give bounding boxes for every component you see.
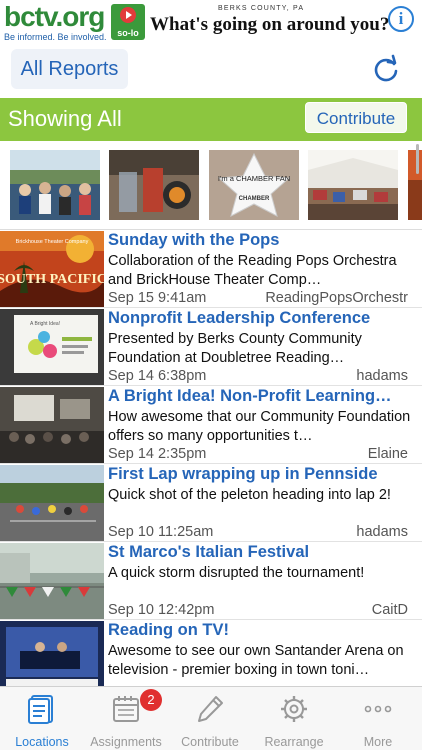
tab-label: Contribute <box>181 735 239 749</box>
thumb-partial[interactable] <box>408 150 422 220</box>
tab-label: Locations <box>15 735 69 749</box>
feed-thumbnail: A Bright Idea! <box>0 309 104 385</box>
feed-item-title[interactable]: First Lap wrapping up in Pennside <box>108 465 420 484</box>
thumbnail-strip[interactable]: I'm a CHAMBER FAN CHAMBER <box>0 141 422 229</box>
thumb-caption: I'm a CHAMBER FAN <box>218 174 290 183</box>
thumb-show-title: SOUTH PACIFIC <box>0 272 104 287</box>
feed-item-description: Collaboration of the Reading Pops Orches… <box>108 253 397 288</box>
app-header: bctv.org Be informed. Be involved. so-lo… <box>0 0 422 44</box>
filter-title: Showing All <box>8 106 122 131</box>
feed-item-title[interactable]: A Bright Idea! Non-Profit Learning… <box>108 387 420 406</box>
feed-item[interactable]: A Bright Idea! Nonprofit Leadership Conf… <box>0 308 422 386</box>
report-feed[interactable]: Brickhouse Theater Company SOUTH PACIFIC… <box>0 229 422 687</box>
feed-thumbnail <box>0 543 104 619</box>
feed-thumbnail <box>0 387 104 463</box>
thumb-drinks[interactable] <box>109 150 199 220</box>
logo-wordmark: bctv.org <box>4 1 105 32</box>
play-icon <box>120 7 136 23</box>
feed-item-date: Sep 14 6:38pm <box>108 368 207 384</box>
feed-item-description: Presented by Berks County Community Foun… <box>108 331 362 366</box>
county-label: BERKS COUNTY, PA <box>218 5 305 12</box>
feed-item-date: Sep 15 9:41am <box>108 290 207 306</box>
thumb-tent[interactable] <box>308 150 398 220</box>
feed-item-description: A quick storm disrupted the tournament! <box>108 565 365 581</box>
tab-label: Assignments <box>90 735 162 749</box>
all-reports-button[interactable]: All Reports <box>11 49 128 89</box>
thumb-sub: CHAMBER <box>239 196 270 202</box>
feed-thumbnail <box>0 621 104 687</box>
bottom-tab-bar: Locations 2 Assignments Contribute Rearr… <box>0 686 422 750</box>
feed-item-description: Quick shot of the peleton heading into l… <box>108 487 391 503</box>
feed-item-date: Sep 10 12:42pm <box>108 602 215 618</box>
thumb-chamber-fan[interactable]: I'm a CHAMBER FAN CHAMBER <box>209 150 299 220</box>
thumb-sub-text: Brickhouse Theater Company <box>16 239 89 245</box>
solo-label: so-lo <box>117 28 139 38</box>
gear-icon <box>281 696 307 722</box>
feed-thumbnail <box>0 465 104 541</box>
feed-item-date: Sep 10 11:25am <box>108 524 214 540</box>
feed-item-description: Awesome to see our own Santander Arena o… <box>108 643 404 678</box>
info-icon[interactable]: i <box>388 6 414 32</box>
solo-logo: so-lo <box>111 4 145 40</box>
tab-more[interactable]: More <box>336 687 420 751</box>
feed-item-author: hadams <box>356 368 408 384</box>
header-headline: What's going on around you? <box>150 14 390 35</box>
bctv-logo[interactable]: bctv.org Be informed. Be involved. <box>4 1 108 43</box>
thumb-slide-title: A Bright Idea! <box>30 321 60 327</box>
refresh-icon[interactable] <box>370 54 402 86</box>
feed-item[interactable]: Reading on TV! Awesome to see our own Sa… <box>0 620 422 687</box>
feed-item[interactable]: Brickhouse Theater Company SOUTH PACIFIC… <box>0 230 422 308</box>
feed-item[interactable]: First Lap wrapping up in Pennside Quick … <box>0 464 422 542</box>
tab-assignments[interactable]: 2 Assignments <box>84 687 168 751</box>
assignments-badge: 2 <box>140 689 162 711</box>
tab-contribute[interactable]: Contribute <box>168 687 252 751</box>
nav-row: All Reports <box>0 44 422 98</box>
tab-label: Rearrange <box>264 735 324 749</box>
contribute-button[interactable]: Contribute <box>305 102 407 133</box>
tab-label: More <box>363 735 393 749</box>
feed-item-title[interactable]: Sunday with the Pops <box>108 231 420 250</box>
locations-icon <box>28 695 53 724</box>
thumb-crowd[interactable] <box>10 150 100 220</box>
feed-item-author: hadams <box>356 524 408 540</box>
filter-bar: Showing All Contribute <box>0 98 422 141</box>
feed-item-author: CaitD <box>371 602 408 618</box>
tab-locations[interactable]: Locations <box>0 687 84 751</box>
feed-item-author: Elaine <box>367 446 408 462</box>
feed-item[interactable]: A Bright Idea! Non-Profit Learning… How … <box>0 386 422 464</box>
feed-item[interactable]: St Marco's Italian Festival A quick stor… <box>0 542 422 620</box>
feed-item-description: How awesome that our Community Foundatio… <box>108 409 411 444</box>
pencil-icon <box>198 696 223 722</box>
calendar-icon <box>113 696 139 722</box>
scroll-indicator[interactable] <box>416 144 419 174</box>
logo-tagline: Be informed. Be involved. <box>4 32 107 42</box>
feed-item-date: Sep 14 2:35pm <box>108 446 207 462</box>
tab-rearrange[interactable]: Rearrange <box>252 687 336 751</box>
feed-item-title[interactable]: Reading on TV! <box>108 621 420 640</box>
feed-item-author: ReadingPopsOrchestr <box>265 290 408 306</box>
feed-item-title[interactable]: St Marco's Italian Festival <box>108 543 420 562</box>
feed-thumbnail: Brickhouse Theater Company SOUTH PACIFIC <box>0 231 104 307</box>
feed-item-title[interactable]: Nonprofit Leadership Conference <box>108 309 420 328</box>
more-icon <box>364 705 392 713</box>
